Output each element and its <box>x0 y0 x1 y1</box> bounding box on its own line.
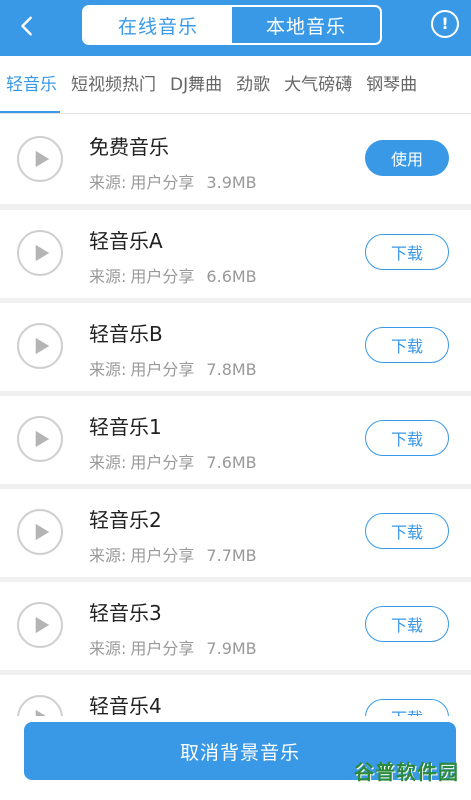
track-meta: 来源: 用户分享 6.6MB <box>89 263 257 287</box>
category-tab-short-video[interactable]: 短视频热门 <box>64 56 163 113</box>
track-title: 轻音乐3 <box>89 601 162 625</box>
category-tab-energetic[interactable]: 劲歌 <box>229 56 277 113</box>
play-icon <box>35 150 50 168</box>
info-icon: ! <box>441 14 449 33</box>
source-value: 用户分享 <box>130 639 195 658</box>
category-tab-grand[interactable]: 大气磅礴 <box>277 56 359 113</box>
track-row: 轻音乐A 来源: 用户分享 6.6MB 下载 <box>0 210 471 298</box>
play-icon <box>35 616 50 634</box>
track-meta: 来源: 用户分享 7.9MB <box>89 635 257 659</box>
track-meta: 来源: 用户分享 3.9MB <box>89 169 257 193</box>
download-button[interactable]: 下载 <box>365 420 449 456</box>
download-button[interactable]: 下载 <box>365 606 449 642</box>
tab-online-music[interactable]: 在线音乐 <box>84 7 232 43</box>
source-value: 用户分享 <box>130 453 195 472</box>
download-button[interactable]: 下载 <box>365 234 449 270</box>
source-value: 用户分享 <box>130 546 195 565</box>
track-title: 轻音乐A <box>89 229 163 253</box>
source-segmented-control: 在线音乐 本地音乐 <box>82 5 382 45</box>
file-size: 7.7MB <box>206 546 257 565</box>
source-label: 来源: <box>89 360 127 379</box>
track-list: 免费音乐 来源: 用户分享 3.9MB 使用 轻音乐A 来源: 用户分享 6.6MB 下… <box>0 116 471 716</box>
track-title: 轻音乐B <box>89 322 163 346</box>
category-tab-piano[interactable]: 钢琴曲 <box>359 56 424 113</box>
track-title: 轻音乐4 <box>89 694 162 716</box>
top-bar: 在线音乐 本地音乐 ! <box>0 0 471 56</box>
source-label: 来源: <box>89 639 127 658</box>
source-value: 用户分享 <box>130 360 195 379</box>
file-size: 6.6MB <box>206 267 257 286</box>
tab-local-music[interactable]: 本地音乐 <box>232 7 380 43</box>
play-button[interactable] <box>17 695 63 716</box>
category-tab-dj[interactable]: DJ舞曲 <box>163 56 229 113</box>
play-button[interactable] <box>17 602 63 648</box>
track-title: 轻音乐1 <box>89 415 162 439</box>
file-size: 7.8MB <box>206 360 257 379</box>
download-button[interactable]: 下载 <box>365 327 449 363</box>
download-button[interactable]: 下载 <box>365 513 449 549</box>
track-meta: 来源: 用户分享 7.7MB <box>89 542 257 566</box>
play-icon <box>35 337 50 355</box>
track-row: 轻音乐4 下载 <box>0 675 471 716</box>
source-value: 用户分享 <box>130 173 195 192</box>
back-arrow-icon <box>21 16 32 36</box>
track-row: 免费音乐 来源: 用户分享 3.9MB 使用 <box>0 116 471 204</box>
file-size: 3.9MB <box>206 173 257 192</box>
play-icon <box>35 709 46 716</box>
play-button[interactable] <box>17 323 63 369</box>
back-button[interactable] <box>10 9 44 43</box>
use-button[interactable]: 使用 <box>365 140 449 176</box>
play-button[interactable] <box>17 136 63 182</box>
play-icon <box>35 430 50 448</box>
play-button[interactable] <box>17 416 63 462</box>
info-button[interactable]: ! <box>431 10 459 38</box>
track-row: 轻音乐1 来源: 用户分享 7.6MB 下载 <box>0 396 471 484</box>
track-meta: 来源: 用户分享 7.6MB <box>89 449 257 473</box>
track-row: 轻音乐3 来源: 用户分享 7.9MB 下载 <box>0 582 471 670</box>
play-button[interactable] <box>17 509 63 555</box>
file-size: 7.6MB <box>206 453 257 472</box>
source-label: 来源: <box>89 546 127 565</box>
file-size: 7.9MB <box>206 639 257 658</box>
play-button[interactable] <box>17 230 63 276</box>
category-tab-light-music[interactable]: 轻音乐 <box>0 56 64 113</box>
source-label: 来源: <box>89 453 127 472</box>
source-label: 来源: <box>89 267 127 286</box>
play-icon <box>35 244 50 262</box>
track-meta: 来源: 用户分享 7.8MB <box>89 356 257 380</box>
source-value: 用户分享 <box>130 267 195 286</box>
track-row: 轻音乐B 来源: 用户分享 7.8MB 下载 <box>0 303 471 391</box>
watermark: 谷普软件园 <box>354 760 459 784</box>
track-title: 轻音乐2 <box>89 508 162 532</box>
download-button[interactable]: 下载 <box>365 699 449 716</box>
category-tabs: 轻音乐 短视频热门 DJ舞曲 劲歌 大气磅礴 钢琴曲 <box>0 56 471 114</box>
source-label: 来源: <box>89 173 127 192</box>
track-row: 轻音乐2 来源: 用户分享 7.7MB 下载 <box>0 489 471 577</box>
track-title: 免费音乐 <box>89 135 169 159</box>
play-icon <box>35 523 50 541</box>
